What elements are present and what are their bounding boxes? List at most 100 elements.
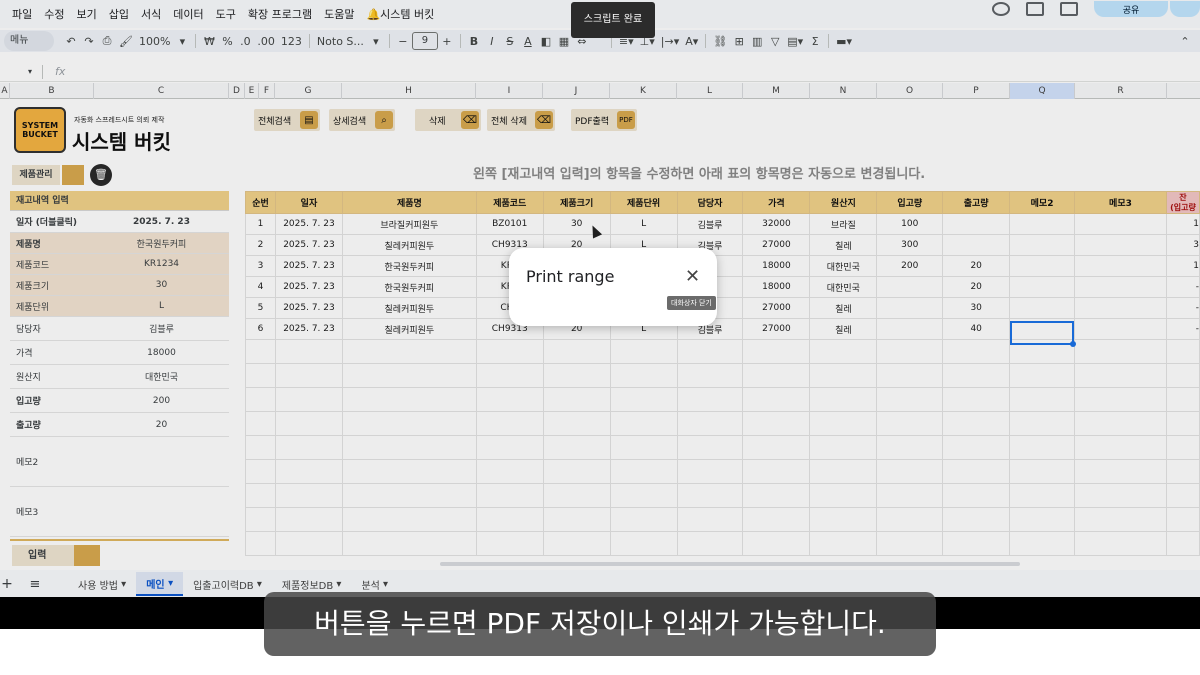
table-cell[interactable] [609, 435, 678, 460]
font-size-input[interactable]: 9 [411, 32, 438, 50]
table-cell[interactable] [809, 531, 878, 556]
register-button[interactable]: 입력 [12, 545, 100, 566]
table-cell[interactable] [475, 507, 544, 532]
price-field[interactable]: 18000 [94, 341, 229, 364]
table-cell[interactable] [742, 411, 811, 436]
table-cell[interactable]: 20 [942, 276, 1011, 298]
memo2-field[interactable] [94, 437, 229, 486]
table-cell[interactable]: BZ0101 [475, 213, 544, 235]
table-cell[interactable]: 27000 [742, 234, 811, 256]
table-cell[interactable] [1009, 276, 1076, 298]
table-cell[interactable] [1165, 435, 1200, 460]
table-cell[interactable] [676, 363, 744, 388]
table-cell[interactable] [1165, 411, 1200, 436]
filter-views-icon[interactable]: ▤▾ [784, 31, 806, 51]
column-header-l[interactable]: L [677, 83, 743, 99]
table-cell[interactable] [1009, 411, 1076, 436]
table-cell[interactable]: 칠레커피원두 [341, 318, 477, 340]
table-cell[interactable]: 20 [942, 255, 1011, 277]
collapse-toolbar-icon[interactable]: ⌃ [1176, 31, 1194, 51]
table-cell[interactable] [942, 531, 1011, 556]
table-cell[interactable]: 200 [876, 255, 944, 277]
column-header-k[interactable]: K [610, 83, 677, 99]
sheet-tab[interactable]: 사용 방법 ▾ [68, 572, 136, 596]
table-cell[interactable] [1165, 531, 1200, 556]
column-header-e[interactable]: E [245, 83, 259, 99]
column-header-c[interactable]: C [94, 83, 229, 99]
origin-field[interactable]: 대한민국 [94, 365, 229, 388]
table-cell[interactable]: 칠레 [809, 234, 878, 256]
number-format-button[interactable]: 123 [278, 31, 305, 51]
table-cell[interactable] [542, 483, 611, 508]
table-cell[interactable] [1074, 507, 1167, 532]
increase-decimal-button[interactable]: .00 [254, 31, 278, 51]
table-cell[interactable] [1009, 459, 1076, 484]
table-cell[interactable] [676, 387, 744, 412]
date-field[interactable]: 2025. 7. 23 [94, 211, 229, 232]
table-cell[interactable] [245, 435, 276, 460]
print-icon[interactable]: ⎙ [98, 31, 116, 51]
table-cell[interactable]: 18000 [742, 276, 811, 298]
table-cell[interactable] [809, 459, 878, 484]
table-cell[interactable] [341, 339, 477, 364]
table-cell[interactable] [876, 459, 944, 484]
table-cell[interactable] [942, 483, 1011, 508]
table-cell[interactable] [742, 507, 811, 532]
table-cell[interactable] [942, 234, 1011, 256]
table-cell[interactable] [274, 411, 343, 436]
table-cell[interactable] [809, 483, 878, 508]
table-cell[interactable] [876, 531, 944, 556]
menu-view[interactable]: 보기 [71, 6, 103, 22]
table-cell[interactable]: 1 [1165, 213, 1200, 235]
table-cell[interactable] [274, 387, 343, 412]
detail-search-button[interactable]: 상세검색 ⌕ [329, 109, 395, 131]
table-cell[interactable]: 칠레커피원두 [341, 297, 477, 319]
table-cell[interactable] [742, 387, 811, 412]
table-cell[interactable] [942, 213, 1011, 235]
table-cell[interactable] [274, 507, 343, 532]
table-cell[interactable] [676, 411, 744, 436]
table-cell[interactable] [274, 363, 343, 388]
table-cell[interactable] [942, 387, 1011, 412]
table-cell[interactable] [1074, 363, 1167, 388]
column-header-n[interactable]: N [810, 83, 877, 99]
table-cell[interactable]: 대한민국 [809, 276, 878, 298]
table-cell[interactable] [274, 483, 343, 508]
table-cell[interactable] [809, 387, 878, 412]
table-cell[interactable] [341, 507, 477, 532]
product-code-field[interactable]: KR1234 [94, 254, 229, 274]
table-cell[interactable]: 한국원두커피 [341, 255, 477, 277]
table-cell[interactable] [245, 387, 276, 412]
table-cell[interactable] [245, 483, 276, 508]
table-cell[interactable] [876, 339, 944, 364]
menu-extensions[interactable]: 확장 프로그램 [242, 6, 318, 22]
table-cell[interactable] [475, 339, 544, 364]
table-cell[interactable]: 1 [1165, 255, 1200, 277]
table-cell[interactable] [1165, 459, 1200, 484]
text-rotate-icon[interactable]: A▾ [682, 31, 701, 51]
table-cell[interactable] [1074, 276, 1167, 298]
table-cell[interactable]: 2025. 7. 23 [274, 276, 343, 298]
table-cell[interactable]: 칠레 [809, 318, 878, 340]
table-cell[interactable] [475, 459, 544, 484]
trash-icon[interactable]: 🗑 [90, 164, 112, 186]
table-cell[interactable] [742, 531, 811, 556]
table-cell[interactable] [876, 411, 944, 436]
table-cell[interactable] [1074, 459, 1167, 484]
decrease-decimal-button[interactable]: .0 [236, 31, 254, 51]
menu-format[interactable]: 서식 [135, 6, 167, 22]
table-cell[interactable] [676, 531, 744, 556]
column-header-b[interactable]: B [10, 83, 94, 99]
table-cell[interactable]: 3 [1165, 234, 1200, 256]
table-cell[interactable]: 브라질 [809, 213, 878, 235]
table-cell[interactable]: - [1165, 318, 1200, 340]
table-cell[interactable]: 27000 [742, 318, 811, 340]
table-cell[interactable] [1074, 318, 1167, 340]
bold-button[interactable]: B [465, 31, 483, 51]
table-cell[interactable]: 40 [942, 318, 1011, 340]
delete-all-button[interactable]: 전체 삭제 ⌫ [487, 109, 555, 131]
all-sheets-icon[interactable]: ≡ [28, 577, 42, 592]
filter-icon[interactable]: ▽ [766, 31, 784, 51]
table-cell[interactable]: 2025. 7. 23 [274, 213, 343, 235]
table-cell[interactable]: 100 [876, 213, 944, 235]
